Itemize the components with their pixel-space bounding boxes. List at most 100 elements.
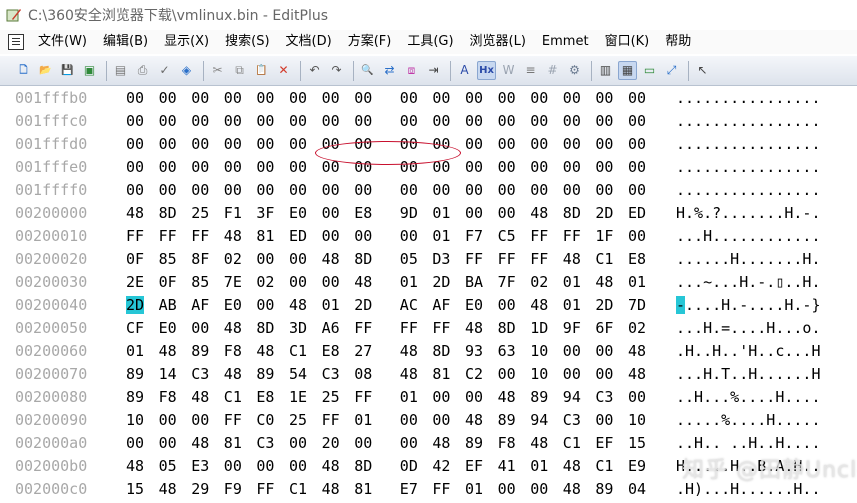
hex-byte[interactable]: ED bbox=[628, 204, 646, 222]
hex-byte[interactable]: 9F bbox=[563, 319, 581, 337]
hex-byte[interactable]: C2 bbox=[465, 365, 483, 383]
hex-byte[interactable]: 00 bbox=[159, 89, 177, 107]
hex-byte[interactable]: FF bbox=[256, 480, 274, 498]
hex-byte[interactable]: 00 bbox=[322, 273, 340, 291]
hex-byte[interactable]: 01 bbox=[530, 457, 548, 475]
hex-byte[interactable]: 63 bbox=[498, 342, 516, 360]
find-icon[interactable]: 🔍 bbox=[358, 61, 377, 80]
hex-ascii[interactable]: ...~...H.-.▯..H. bbox=[676, 273, 821, 291]
hex-ascii[interactable]: ................ bbox=[676, 89, 821, 107]
hex-byte[interactable]: 08 bbox=[354, 365, 372, 383]
hex-byte[interactable]: 25 bbox=[289, 411, 307, 429]
hex-byte[interactable]: E0 bbox=[159, 319, 177, 337]
menu-tools[interactable]: 工具(G) bbox=[399, 30, 461, 54]
hex-byte[interactable]: 00 bbox=[289, 112, 307, 130]
hex-byte[interactable]: 01 bbox=[432, 227, 450, 245]
hex-byte[interactable]: 01 bbox=[628, 273, 646, 291]
hex-byte[interactable]: 00 bbox=[530, 135, 548, 153]
menu-view[interactable]: 显示(X) bbox=[156, 30, 217, 54]
hex-byte[interactable]: 2D bbox=[354, 296, 372, 314]
hex-byte[interactable]: 20 bbox=[322, 434, 340, 452]
hex-byte[interactable]: 00 bbox=[400, 181, 418, 199]
hex-byte[interactable]: 01 bbox=[432, 204, 450, 222]
hex-byte[interactable]: 48 bbox=[595, 273, 613, 291]
hex-byte[interactable]: 00 bbox=[354, 227, 372, 245]
hex-byte[interactable]: 3D bbox=[289, 319, 307, 337]
hex-byte[interactable]: CF bbox=[126, 319, 144, 337]
undo-icon[interactable]: ↶ bbox=[305, 61, 324, 80]
hex-byte[interactable]: 89 bbox=[465, 434, 483, 452]
open-icon[interactable]: 📂 bbox=[36, 61, 55, 80]
hex-byte[interactable]: 00 bbox=[628, 89, 646, 107]
hex-byte[interactable]: 00 bbox=[256, 457, 274, 475]
hex-byte[interactable]: C1 bbox=[595, 250, 613, 268]
hex-byte[interactable]: 00 bbox=[126, 434, 144, 452]
hex-byte[interactable]: 48 bbox=[224, 365, 242, 383]
hex-byte[interactable]: 00 bbox=[628, 135, 646, 153]
hex-byte[interactable]: 10 bbox=[530, 342, 548, 360]
hex-byte[interactable]: 00 bbox=[530, 89, 548, 107]
hex-byte[interactable]: 00 bbox=[159, 112, 177, 130]
hex-byte[interactable]: 41 bbox=[498, 457, 516, 475]
hex-byte[interactable]: 00 bbox=[628, 112, 646, 130]
hex-byte[interactable]: 89 bbox=[126, 365, 144, 383]
hex-byte[interactable]: 93 bbox=[465, 342, 483, 360]
hex-byte[interactable]: 3F bbox=[256, 204, 274, 222]
hex-byte[interactable]: 02 bbox=[224, 250, 242, 268]
menu-help[interactable]: 帮助 bbox=[657, 30, 699, 54]
hex-byte[interactable]: FF bbox=[530, 250, 548, 268]
hex-byte[interactable]: C3 bbox=[595, 388, 613, 406]
hex-byte[interactable]: 48 bbox=[628, 342, 646, 360]
hex-byte[interactable]: C1 bbox=[563, 434, 581, 452]
hex-byte[interactable]: 00 bbox=[322, 112, 340, 130]
hex-byte[interactable]: C1 bbox=[289, 480, 307, 498]
hex-byte[interactable]: F8 bbox=[224, 342, 242, 360]
hex-byte[interactable]: 00 bbox=[498, 158, 516, 176]
hex-byte[interactable]: 94 bbox=[563, 388, 581, 406]
copy-icon[interactable]: ⧉ bbox=[230, 61, 249, 80]
hex-byte[interactable]: 89 bbox=[595, 480, 613, 498]
hex-byte[interactable]: 00 bbox=[465, 89, 483, 107]
hex-byte[interactable]: 00 bbox=[322, 181, 340, 199]
hex-byte[interactable]: 1E bbox=[289, 388, 307, 406]
menu-emmet[interactable]: Emmet bbox=[534, 30, 597, 54]
hex-byte[interactable]: 48 bbox=[432, 434, 450, 452]
find-in-files-icon[interactable]: ⧈ bbox=[402, 61, 421, 80]
hex-byte[interactable]: E7 bbox=[400, 480, 418, 498]
hex-byte[interactable]: 0F bbox=[126, 250, 144, 268]
hex-byte[interactable]: FF bbox=[465, 250, 483, 268]
hex-byte[interactable]: 00 bbox=[159, 135, 177, 153]
hex-byte[interactable]: 00 bbox=[432, 89, 450, 107]
hex-byte[interactable]: 2D bbox=[432, 273, 450, 291]
hex-byte[interactable]: 48 bbox=[256, 342, 274, 360]
hex-byte[interactable]: 48 bbox=[322, 480, 340, 498]
hex-byte[interactable]: 48 bbox=[530, 296, 548, 314]
hex-byte[interactable]: 00 bbox=[563, 158, 581, 176]
hex-byte[interactable]: E8 bbox=[354, 204, 372, 222]
hex-byte[interactable]: FF bbox=[159, 227, 177, 245]
hex-byte[interactable]: 00 bbox=[289, 181, 307, 199]
hex-byte[interactable]: 00 bbox=[289, 135, 307, 153]
hex-byte[interactable]: E8 bbox=[256, 388, 274, 406]
print-preview-icon[interactable]: ▤ bbox=[111, 61, 130, 80]
hex-byte[interactable]: 10 bbox=[530, 365, 548, 383]
hex-byte[interactable]: 94 bbox=[530, 411, 548, 429]
hex-byte[interactable]: EF bbox=[595, 434, 613, 452]
ruler-icon[interactable]: ≡ bbox=[521, 61, 540, 80]
hex-byte[interactable]: 00 bbox=[224, 89, 242, 107]
hex-byte[interactable]: 48 bbox=[530, 434, 548, 452]
hex-byte[interactable]: 00 bbox=[563, 342, 581, 360]
hex-byte[interactable]: 00 bbox=[628, 388, 646, 406]
hex-byte[interactable]: 01 bbox=[126, 342, 144, 360]
hex-byte[interactable]: 10 bbox=[126, 411, 144, 429]
hex-byte[interactable]: 00 bbox=[191, 319, 209, 337]
hex-ascii[interactable]: .H..H..'H..c...H bbox=[676, 342, 821, 360]
hex-byte[interactable]: 00 bbox=[595, 181, 613, 199]
hex-byte[interactable]: 02 bbox=[530, 273, 548, 291]
hex-byte[interactable]: 00 bbox=[498, 112, 516, 130]
hex-byte[interactable]: E8 bbox=[628, 250, 646, 268]
hex-byte[interactable]: 8D bbox=[354, 457, 372, 475]
hex-byte[interactable]: 00 bbox=[563, 181, 581, 199]
hex-byte[interactable]: 10 bbox=[628, 411, 646, 429]
hex-byte[interactable]: 00 bbox=[322, 227, 340, 245]
